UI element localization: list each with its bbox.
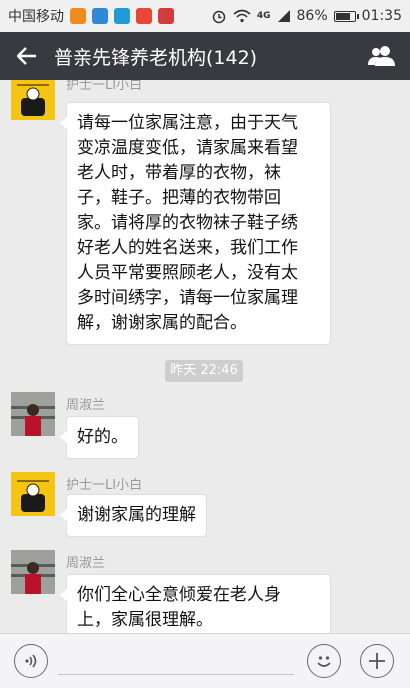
input-bar xyxy=(0,633,410,688)
battery-percent: 86% xyxy=(296,8,328,24)
sender-name: 护士一LI小白 xyxy=(66,478,143,493)
message-input[interactable] xyxy=(58,674,294,675)
sender-name: 周淑兰 xyxy=(66,398,106,413)
avatar[interactable] xyxy=(11,80,55,120)
avatar[interactable] xyxy=(11,550,55,594)
message-bubble[interactable]: 你们全心全意倾爱在老人身 上，家属很理解。 xyxy=(60,574,331,633)
notification-app-icon xyxy=(136,8,152,24)
add-icon xyxy=(369,653,385,669)
wifi-icon xyxy=(233,9,251,23)
back-arrow-icon xyxy=(17,47,36,65)
alarm-icon xyxy=(212,10,226,24)
group-members-icon xyxy=(368,46,395,66)
title-bar: 普亲先锋养老机构(142) xyxy=(0,32,410,80)
voice-icon xyxy=(25,654,37,668)
avatar[interactable] xyxy=(11,472,55,516)
chat-area[interactable]: 护士一LI小白 请每一位家属注意，由于天气 变凉温度变低，请家属来看望 老人时，… xyxy=(0,80,410,633)
notification-app-icon xyxy=(158,8,174,24)
add-button[interactable] xyxy=(360,644,394,678)
notification-app-icon xyxy=(92,8,108,24)
signal-icon xyxy=(277,10,290,22)
battery-icon xyxy=(333,10,359,22)
avatar[interactable] xyxy=(11,392,55,436)
message-bubble[interactable]: 谢谢家属的理解 xyxy=(60,494,207,537)
notification-app-icon xyxy=(70,8,86,24)
network-type: 4G xyxy=(256,11,271,21)
chat-title: 普亲先锋养老机构(142) xyxy=(54,46,258,69)
emoji-icon xyxy=(317,656,331,667)
carrier-label: 中国移动 xyxy=(8,9,64,25)
clock: 01:35 xyxy=(361,8,402,24)
status-bar: 中国移动 4G 86% 01:35 xyxy=(0,0,410,32)
back-button[interactable] xyxy=(0,32,54,80)
message-bubble[interactable]: 好的。 xyxy=(60,416,139,459)
group-members-button[interactable] xyxy=(354,32,410,80)
sender-name: 护士一LI小白 xyxy=(66,80,143,93)
emoji-button[interactable] xyxy=(307,644,341,678)
sender-name: 周淑兰 xyxy=(66,556,106,571)
notification-app-icon xyxy=(114,8,130,24)
message-bubble[interactable]: 请每一位家属注意，由于天气 变凉温度变低，请家属来看望 老人时，带着厚的衣物，袜… xyxy=(60,102,331,345)
voice-button[interactable] xyxy=(14,644,48,678)
timestamp: 昨天 22:46 xyxy=(165,360,243,382)
